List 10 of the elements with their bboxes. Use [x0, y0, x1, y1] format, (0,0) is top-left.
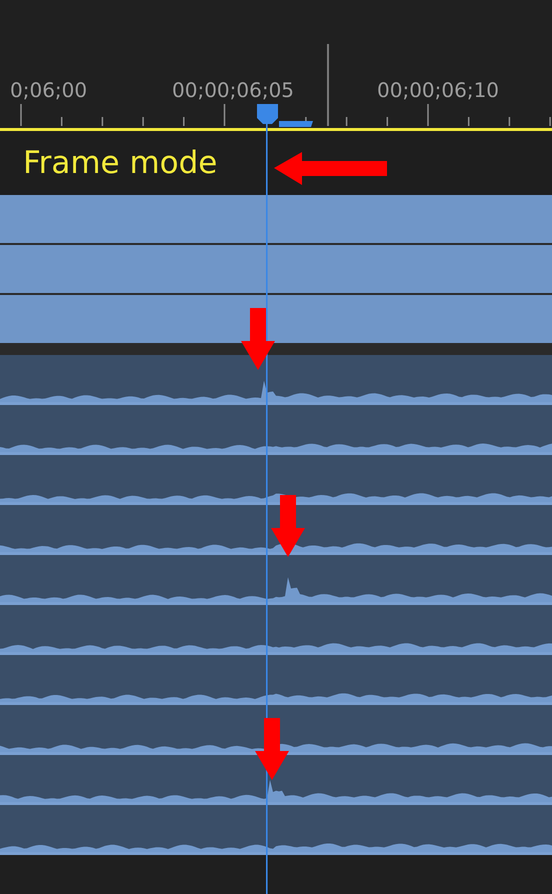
arrow-icon	[274, 152, 387, 185]
mode-label: Frame mode	[23, 145, 218, 181]
timecode-label: 0;06;00	[10, 78, 88, 102]
arrow-icon	[271, 495, 305, 557]
arrow-icon	[255, 718, 289, 780]
arrow-icon	[241, 308, 275, 370]
timecode-label: 00;00;06;05	[172, 78, 294, 102]
playhead-handle[interactable]	[257, 104, 278, 124]
work-area-bar[interactable]	[279, 121, 313, 127]
timecode-label: 00;00;06;10	[377, 78, 500, 102]
